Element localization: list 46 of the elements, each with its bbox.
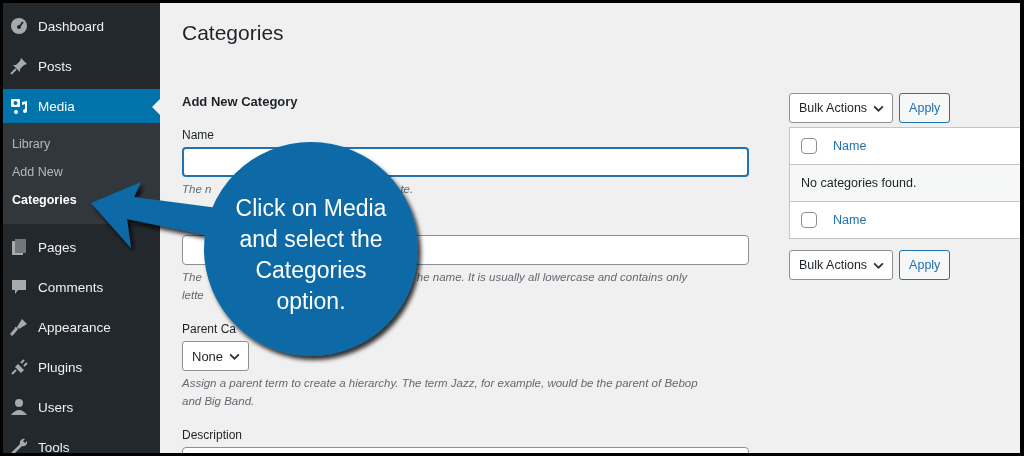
wrench-icon — [9, 437, 29, 453]
help-text: Assign a parent term to create a hierarchy. The term Jazz, for example, would be the parent of Bebop — [182, 376, 698, 391]
help-text: The n — [182, 182, 212, 197]
help-text: te. — [400, 182, 414, 197]
menu-item[interactable]: Comments — [3, 270, 160, 304]
chevron-down-icon — [229, 352, 241, 360]
menu-item[interactable]: Posts — [3, 49, 160, 83]
submenu-item[interactable]: Categories — [3, 186, 86, 214]
help-text: and Big Band. — [182, 394, 255, 409]
bulk-actions-select[interactable]: Bulk Actions — [789, 250, 894, 280]
name-column-header[interactable]: Name — [833, 139, 867, 153]
menu-item[interactable]: Users — [3, 390, 160, 424]
pin-icon — [9, 56, 29, 76]
menu-item[interactable]: Appearance — [3, 310, 160, 344]
parent-select[interactable]: None — [182, 341, 250, 371]
bulk-actions-select[interactable]: Bulk Actions — [789, 93, 894, 123]
name-column-header[interactable]: Name — [833, 213, 867, 227]
media-icon — [9, 96, 29, 116]
chevron-down-icon — [873, 104, 885, 112]
help-text: The — [182, 270, 202, 285]
menu-pointer — [152, 99, 160, 115]
help-text: lette — [182, 288, 204, 303]
submenu-item[interactable]: Library — [3, 130, 60, 158]
pages-icon — [9, 237, 29, 257]
user-icon — [9, 397, 29, 417]
plug-icon — [9, 357, 29, 377]
field-label: Description — [182, 427, 243, 444]
field-label: Name — [182, 127, 214, 144]
field-label: Parent Ca — [182, 321, 237, 338]
form-heading: Add New Category — [182, 94, 299, 110]
apply-button[interactable]: Apply — [899, 93, 951, 123]
dashboard-icon — [9, 16, 29, 36]
menu-item[interactable]: Plugins — [3, 350, 160, 384]
paintbrush-icon — [9, 317, 29, 337]
callout-text: Click on Media and select the Categories option. — [234, 194, 388, 316]
select-all-checkbox[interactable] — [801, 138, 817, 154]
menu-item[interactable]: Pages — [3, 230, 160, 264]
submenu-item[interactable]: Add New — [3, 158, 72, 186]
empty-message: No categories found. — [801, 176, 917, 190]
menu-item[interactable]: Media — [3, 89, 160, 123]
menu-item[interactable]: Tools — [3, 430, 160, 453]
apply-button[interactable]: Apply — [899, 250, 951, 280]
menu-item[interactable]: Dashboard — [3, 9, 160, 43]
chevron-down-icon — [873, 261, 885, 269]
select-all-checkbox[interactable] — [801, 212, 817, 228]
page-title: Categories — [182, 21, 285, 46]
